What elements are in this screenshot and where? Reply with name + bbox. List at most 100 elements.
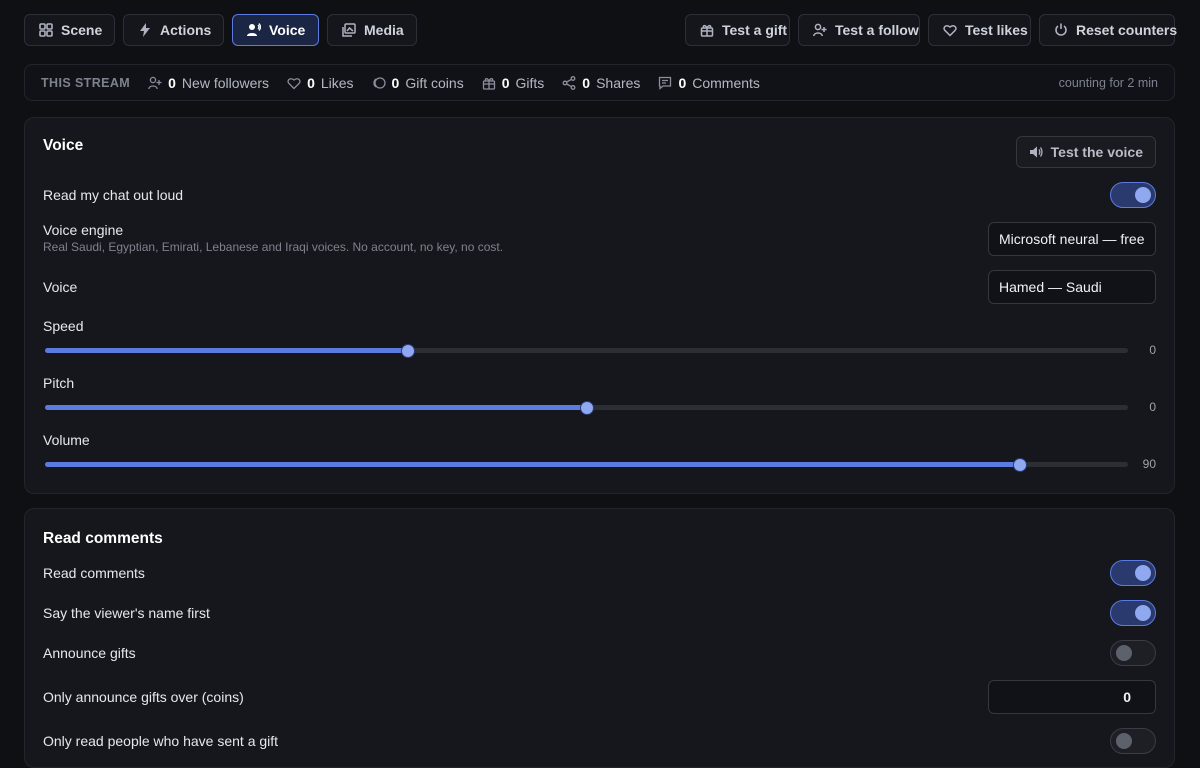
stream-stats-bar: THIS STREAM 0 New followers 0 Likes 0 Gi…	[24, 64, 1175, 101]
stat-value: 0	[168, 74, 176, 91]
volume-label: Volume	[43, 432, 90, 448]
test-follow-label: Test a follow	[835, 22, 919, 38]
stats-title: THIS STREAM	[41, 75, 131, 90]
stat-value: 0	[582, 74, 591, 91]
voice-engine-label: Voice engine	[43, 222, 124, 238]
voice-value: Hamed — Saudi	[999, 279, 1102, 295]
pitch-label: Pitch	[43, 375, 75, 391]
action-bar: Test a gift Test a follow Test likes Res…	[685, 14, 1178, 46]
tab-actions-label: Actions	[160, 22, 212, 38]
voice-icon	[247, 23, 261, 37]
toggle-knob	[1116, 733, 1132, 749]
test-follow-button[interactable]: Test a follow	[798, 14, 920, 46]
gift-threshold-label: Only announce gifts over (coins)	[43, 689, 244, 705]
voice-engine-select[interactable]: Microsoft neural — free	[988, 222, 1156, 256]
stat-gift-coins: 0 Gift coins	[372, 75, 464, 91]
test-gift-button[interactable]: Test a gift	[685, 14, 790, 46]
slider-thumb[interactable]	[400, 344, 415, 358]
speed-label: Speed	[43, 318, 84, 334]
voice-label: Voice	[43, 279, 78, 295]
toggle-knob	[1116, 645, 1132, 661]
slider-fill	[45, 348, 408, 353]
stat-comments: 0 Comments	[658, 74, 760, 91]
media-icon	[342, 23, 356, 37]
gift-threshold-input[interactable]: 0	[988, 680, 1156, 714]
toggle-knob	[1135, 565, 1151, 581]
volume-value: 90	[1142, 457, 1156, 471]
grid-icon	[39, 23, 53, 37]
test-likes-label: Test likes	[965, 22, 1028, 38]
only-gifters-label: Only read people who have sent a gift	[43, 733, 279, 749]
speed-value: 0	[1149, 343, 1156, 357]
test-likes-button[interactable]: Test likes	[928, 14, 1031, 46]
reset-counters-label: Reset counters	[1076, 22, 1178, 38]
stat-label: Gift coins	[405, 74, 464, 91]
tab-voice-label: Voice	[269, 22, 306, 38]
stat-gifts: 0 Gifts	[482, 74, 545, 91]
user-plus-icon	[813, 23, 827, 37]
voice-engine-value: Microsoft neural — free	[999, 231, 1145, 247]
comment-icon	[658, 76, 672, 90]
stat-value: 0	[307, 74, 315, 91]
power-icon	[1054, 23, 1068, 37]
stat-value: 0	[501, 74, 510, 91]
heart-icon	[287, 76, 301, 90]
tab-bar: Scene Actions Voice Media	[24, 14, 417, 46]
voice-card-title: Voice	[43, 137, 84, 154]
stat-label: Comments	[692, 74, 760, 91]
slider-thumb[interactable]	[579, 401, 594, 415]
stat-label: Gifts	[515, 74, 545, 91]
say-name-toggle[interactable]	[1110, 600, 1156, 626]
slider-thumb[interactable]	[1012, 458, 1027, 472]
stream-timer: counting for 2 min	[1058, 75, 1158, 90]
tab-media-label: Media	[364, 22, 404, 38]
volume-slider[interactable]	[45, 457, 1128, 472]
tab-voice[interactable]: Voice	[232, 14, 319, 46]
toggle-knob	[1135, 605, 1151, 621]
say-name-label: Say the viewer's name first	[43, 605, 210, 621]
speaker-icon	[1029, 145, 1043, 159]
speed-slider[interactable]	[45, 343, 1128, 358]
user-plus-icon	[148, 76, 162, 90]
stat-value: 0	[391, 74, 400, 91]
coins-icon	[372, 76, 386, 90]
read-comments-card-title: Read comments	[43, 530, 163, 547]
read-comments-toggle[interactable]	[1110, 560, 1156, 586]
gift-threshold-value: 0	[1123, 689, 1131, 705]
pitch-slider[interactable]	[45, 400, 1128, 415]
slider-fill	[45, 405, 587, 410]
stat-likes: 0 Likes	[287, 74, 354, 91]
stat-shares: 0 Shares	[562, 75, 640, 91]
tab-scene-label: Scene	[61, 22, 103, 38]
stat-label: New followers	[181, 74, 270, 91]
stat-label: Likes	[320, 74, 354, 91]
voice-engine-description: Real Saudi, Egyptian, Emirati, Lebanese …	[43, 240, 504, 254]
gift-icon	[700, 23, 714, 37]
bolt-icon	[138, 23, 152, 37]
share-icon	[562, 75, 576, 90]
only-gifters-toggle[interactable]	[1110, 728, 1156, 754]
top-bar: Scene Actions Voice Media Test a gift Te…	[24, 14, 1178, 48]
reset-counters-button[interactable]: Reset counters	[1039, 14, 1178, 46]
gift-icon	[482, 76, 496, 90]
voice-card: Voice Test the voice Read my chat out lo…	[24, 117, 1175, 494]
test-voice-button[interactable]: Test the voice	[1015, 136, 1156, 168]
test-voice-label: Test the voice	[1050, 144, 1143, 160]
tab-media[interactable]: Media	[327, 14, 417, 46]
read-comments-label: Read comments	[43, 565, 145, 581]
announce-gifts-label: Announce gifts	[43, 645, 136, 661]
read-chat-toggle[interactable]	[1110, 182, 1156, 208]
slider-fill	[45, 462, 1020, 467]
heart-icon	[943, 23, 957, 37]
announce-gifts-toggle[interactable]	[1110, 640, 1156, 666]
read-chat-label: Read my chat out loud	[43, 187, 184, 203]
read-comments-card: Read comments Read comments Say the view…	[24, 508, 1175, 768]
toggle-knob	[1135, 187, 1151, 203]
stat-new-followers: 0 New followers	[148, 75, 269, 91]
stat-value: 0	[678, 74, 687, 91]
stat-label: Shares	[596, 74, 641, 91]
tab-actions[interactable]: Actions	[123, 14, 224, 46]
test-gift-label: Test a gift	[722, 22, 788, 38]
voice-select[interactable]: Hamed — Saudi	[988, 270, 1156, 304]
tab-scene[interactable]: Scene	[24, 14, 115, 46]
